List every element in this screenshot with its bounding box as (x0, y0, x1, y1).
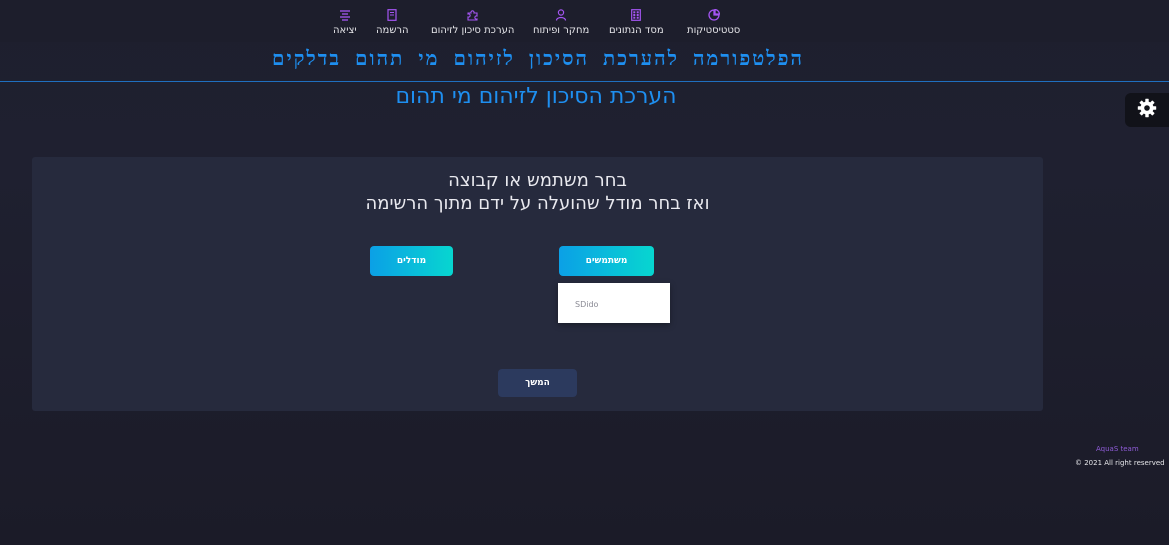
nav-label-register: הרשמה (376, 25, 409, 36)
nav-item-risk-assessment[interactable]: הערכת סיכון לזיהום (431, 9, 514, 36)
page-title: הערכת הסיכון לזיהום מי תהום (395, 84, 677, 109)
nav-item-exit[interactable]: יציאה (333, 9, 357, 36)
gear-icon (1137, 98, 1157, 122)
header-divider (0, 81, 1169, 82)
menu-lines-icon (333, 9, 357, 23)
nav-item-research[interactable]: מחקר ופיתוח (533, 9, 589, 36)
users-dropdown: SDido (558, 283, 670, 323)
nav-label-statistics: סטטיסטיקות (687, 25, 741, 36)
instruction-line-2: ואז בחר מודל שהועלה על ידם מתוך הרשימה (365, 193, 710, 214)
book-icon (376, 9, 409, 23)
user-icon (533, 9, 589, 23)
nav-label-exit: יציאה (333, 25, 357, 36)
users-button[interactable]: משתמשים (559, 246, 654, 276)
nav-item-statistics[interactable]: סטטיסטיקות (687, 9, 740, 36)
nav-item-database[interactable]: מסד הנתונים (609, 9, 664, 36)
nav-label-database: מסד הנתונים (609, 25, 664, 36)
model-selection-card: בחר משתמש או קבוצה ואז בחר מודל שהועלה ע… (32, 157, 1043, 411)
instruction-line-1: בחר משתמש או קבוצה (448, 170, 627, 191)
footer-copyright: © 2021 All right reserved (1075, 459, 1165, 467)
top-navigation: סטטיסטיקות מסד הנתונים מחקר ופיתוח הערכת… (0, 0, 1169, 42)
settings-button[interactable] (1125, 93, 1169, 127)
continue-button[interactable]: המשך (498, 369, 577, 397)
nav-item-register[interactable]: הרשמה (376, 9, 409, 36)
nav-label-research: מחקר ופיתוח (533, 25, 590, 36)
puzzle-icon (431, 9, 514, 23)
nav-label-risk-assessment: הערכת סיכון לזיהום (431, 25, 515, 36)
grid-icon (609, 9, 664, 23)
app-title: הפלטפורמה להערכת הסיכון לזיהום מי תהום ב… (271, 46, 805, 70)
pie-chart-icon (687, 9, 740, 23)
models-button[interactable]: מודלים (370, 246, 453, 276)
footer-team: AquaS team (1096, 445, 1139, 453)
dropdown-option[interactable]: SDido (575, 300, 598, 309)
